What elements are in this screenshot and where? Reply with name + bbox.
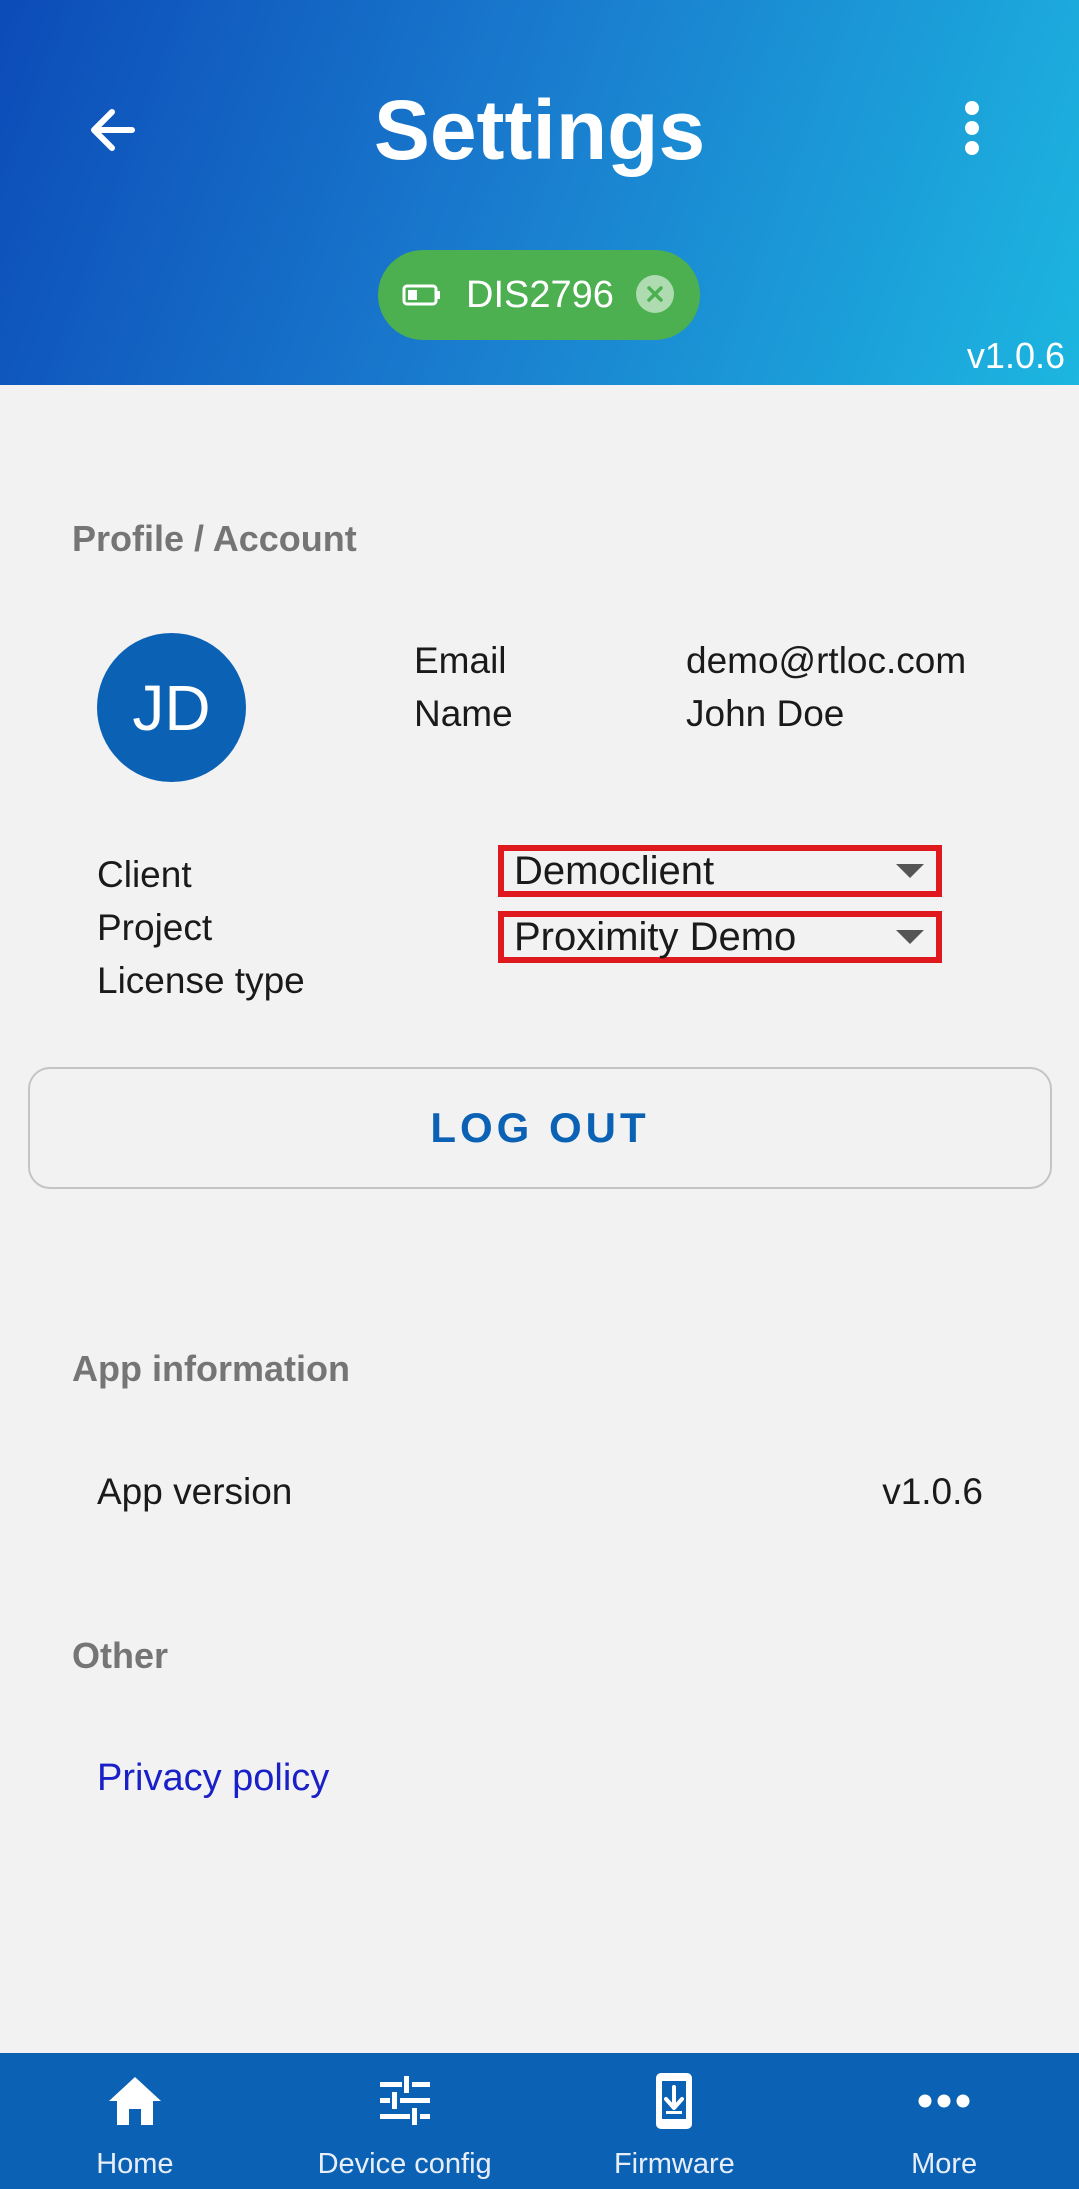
app-version-value: v1.0.6 [882, 1471, 983, 1512]
nav-label-device-config: Device config [317, 2148, 492, 2180]
email-label: Email [414, 640, 507, 681]
project-dropdown-value: Proximity Demo [514, 915, 797, 959]
privacy-policy-link[interactable]: Privacy policy [97, 1756, 329, 1800]
name-value: John Doe [686, 693, 845, 734]
nav-item-device-config[interactable]: Device config [270, 2053, 540, 2189]
firmware-download-icon [642, 2069, 706, 2133]
app-header: Settings DIS2796 v1.0.6 [0, 0, 1079, 385]
logout-button[interactable]: LOG OUT [28, 1067, 1052, 1189]
device-chip-label: DIS2796 [466, 274, 614, 316]
dropdown-arrow-icon [896, 930, 924, 944]
sliders-icon [373, 2069, 437, 2133]
nav-item-firmware[interactable]: Firmware [540, 2053, 810, 2189]
more-vert-icon [965, 101, 979, 155]
overflow-menu-button[interactable] [940, 96, 1004, 160]
header-version: v1.0.6 [966, 335, 1065, 376]
client-dropdown[interactable]: Democlient [498, 845, 942, 897]
nav-label-firmware: Firmware [613, 2148, 735, 2180]
page-title: Settings [373, 83, 706, 177]
client-label: Client [97, 854, 192, 895]
avatar: JD [97, 633, 246, 782]
client-dropdown-value: Democlient [514, 849, 715, 893]
section-title-app-info: App information [72, 1348, 350, 1389]
project-dropdown[interactable]: Proximity Demo [498, 911, 942, 963]
project-label: Project [97, 907, 213, 948]
nav-item-more[interactable]: More [809, 2053, 1079, 2189]
app-version-label: App version [97, 1471, 293, 1512]
close-circle-icon[interactable] [636, 275, 674, 313]
bottom-navigation: Home Device config Firmware More [0, 2053, 1079, 2189]
battery-icon [402, 283, 442, 307]
email-value: demo@rtloc.com [686, 640, 967, 681]
section-title-profile: Profile / Account [72, 518, 357, 559]
nav-label-more: More [911, 2148, 978, 2180]
name-label: Name [414, 693, 513, 734]
nav-item-home[interactable]: Home [0, 2053, 270, 2189]
dropdown-arrow-icon [896, 864, 924, 878]
more-horiz-icon [912, 2069, 976, 2133]
device-chip[interactable]: DIS2796 [378, 250, 700, 340]
nav-label-home: Home [96, 2148, 174, 2180]
home-icon [103, 2069, 167, 2133]
license-type-label: License type [97, 960, 305, 1001]
section-title-other: Other [72, 1635, 169, 1676]
